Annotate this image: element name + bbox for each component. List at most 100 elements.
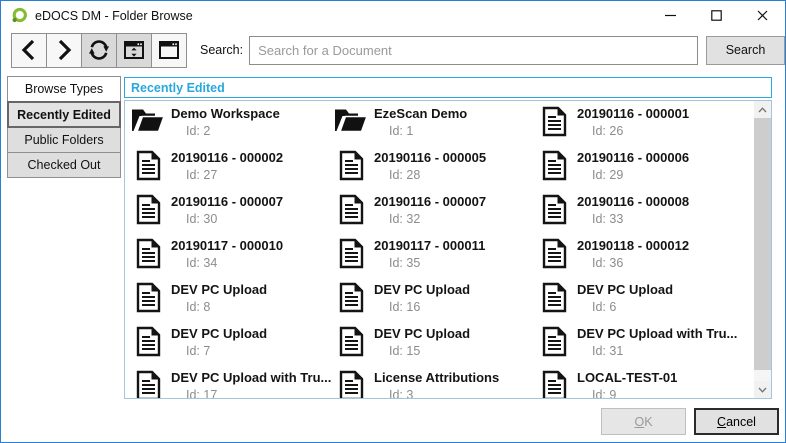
document-icon: [542, 194, 567, 225]
sidebar-item-browse-types[interactable]: Browse Types: [7, 76, 121, 102]
back-button[interactable]: [11, 33, 47, 68]
list-item[interactable]: 20190117 - 000011 Id: 35: [333, 236, 536, 280]
item-id: Id: 32: [389, 211, 486, 228]
toolbar: Search: Search: [1, 31, 785, 69]
list-item[interactable]: 20190116 - 000002 Id: 27: [130, 148, 333, 192]
item-id: Id: 3: [389, 387, 499, 399]
document-icon: [542, 150, 567, 181]
cancel-button[interactable]: Cancel: [694, 408, 779, 435]
list-item[interactable]: 20190118 - 000012 Id: 36: [536, 236, 739, 280]
item-id: Id: 33: [592, 211, 689, 228]
item-name: 20190116 - 000006: [577, 148, 689, 167]
list-item[interactable]: 20190116 - 000005 Id: 28: [333, 148, 536, 192]
item-name: 20190116 - 000005: [374, 148, 486, 167]
list-item[interactable]: LOCAL-TEST-01 Id: 9: [536, 368, 739, 399]
item-id: Id: 1: [389, 123, 467, 140]
window-icon: [157, 38, 181, 62]
maximize-icon: [711, 10, 722, 21]
folder-icon: [131, 106, 165, 133]
document-list: Demo Workspace Id: 2 EzeScan Demo Id: 1: [124, 100, 772, 399]
ok-button[interactable]: OK: [601, 408, 686, 435]
vertical-scrollbar[interactable]: [754, 101, 771, 398]
list-item[interactable]: 20190116 - 000008 Id: 33: [536, 192, 739, 236]
list-header: Recently Edited: [124, 77, 772, 98]
item-name: 20190117 - 000011: [374, 236, 485, 255]
chevron-left-icon: [18, 38, 40, 62]
list-item[interactable]: 20190116 - 000001 Id: 26: [536, 104, 739, 148]
item-id: Id: 16: [389, 299, 470, 316]
item-id: Id: 7: [186, 343, 267, 360]
item-name: LOCAL-TEST-01: [577, 368, 677, 387]
minimize-button[interactable]: [647, 1, 693, 30]
sidebar-item-recently-edited[interactable]: Recently Edited: [7, 101, 121, 128]
scrollbar-thumb[interactable]: [754, 118, 771, 370]
list-item[interactable]: DEV PC Upload Id: 16: [333, 280, 536, 324]
search-input[interactable]: [249, 36, 698, 65]
item-id: Id: 28: [389, 167, 486, 184]
list-item[interactable]: EzeScan Demo Id: 1: [333, 104, 536, 148]
document-icon: [339, 238, 364, 269]
list-item[interactable]: License Attributions Id: 3: [333, 368, 536, 399]
window-split-icon: [122, 38, 146, 62]
document-icon: [542, 106, 567, 137]
sidebar-item-public-folders[interactable]: Public Folders: [7, 127, 121, 153]
search-button[interactable]: Search: [706, 36, 785, 65]
chevron-up-icon: [758, 107, 767, 113]
list-item[interactable]: 20190116 - 000007 Id: 32: [333, 192, 536, 236]
list-item[interactable]: DEV PC Upload Id: 8: [130, 280, 333, 324]
item-name: DEV PC Upload with Tru...: [577, 324, 737, 343]
list-item[interactable]: DEV PC Upload with Tru... Id: 31: [536, 324, 739, 368]
item-id: Id: 36: [592, 255, 689, 272]
item-name: DEV PC Upload: [577, 280, 673, 299]
item-id: Id: 26: [592, 123, 689, 140]
list-item[interactable]: Demo Workspace Id: 2: [130, 104, 333, 148]
item-id: Id: 2: [186, 123, 280, 140]
item-id: Id: 9: [592, 387, 677, 399]
window-view-button[interactable]: [151, 33, 187, 68]
item-name: 20190116 - 000002: [171, 148, 283, 167]
maximize-button[interactable]: [693, 1, 739, 30]
item-id: Id: 15: [389, 343, 470, 360]
item-name: 20190116 - 000007: [171, 192, 283, 211]
item-name: 20190116 - 000001: [577, 104, 689, 123]
document-icon: [136, 150, 161, 181]
document-icon: [542, 282, 567, 313]
sidebar-item-checked-out[interactable]: Checked Out: [7, 152, 121, 178]
minimize-icon: [665, 10, 676, 21]
document-icon: [542, 370, 567, 399]
item-name: DEV PC Upload: [171, 324, 267, 343]
item-name: License Attributions: [374, 368, 499, 387]
item-id: Id: 8: [186, 299, 267, 316]
document-icon: [339, 194, 364, 225]
item-name: 20190116 - 000008: [577, 192, 689, 211]
document-icon: [339, 326, 364, 357]
item-id: Id: 34: [186, 255, 283, 272]
window-title: eDOCS DM - Folder Browse: [35, 9, 193, 23]
document-icon: [136, 238, 161, 269]
title-bar: eDOCS DM - Folder Browse: [1, 1, 785, 30]
list-item[interactable]: 20190116 - 000006 Id: 29: [536, 148, 739, 192]
scroll-down-button[interactable]: [754, 381, 771, 398]
list-item[interactable]: DEV PC Upload Id: 15: [333, 324, 536, 368]
list-item[interactable]: DEV PC Upload Id: 6: [536, 280, 739, 324]
list-item[interactable]: 20190117 - 000010 Id: 34: [130, 236, 333, 280]
list-item[interactable]: DEV PC Upload Id: 7: [130, 324, 333, 368]
item-id: Id: 30: [186, 211, 283, 228]
sidebar: Browse Types Recently Edited Public Fold…: [7, 76, 121, 178]
forward-button[interactable]: [46, 33, 82, 68]
item-name: EzeScan Demo: [374, 104, 467, 123]
document-icon: [339, 282, 364, 313]
list-item[interactable]: DEV PC Upload with Tru... Id: 17: [130, 368, 333, 399]
document-icon: [542, 326, 567, 357]
document-icon: [136, 282, 161, 313]
list-item[interactable]: 20190116 - 000007 Id: 30: [130, 192, 333, 236]
document-icon: [339, 150, 364, 181]
app-logo-icon: [11, 7, 28, 24]
close-icon: [757, 10, 768, 21]
pane-view-button[interactable]: [116, 33, 152, 68]
search-label: Search:: [200, 43, 243, 57]
close-button[interactable]: [739, 1, 785, 30]
refresh-button[interactable]: [81, 33, 117, 68]
refresh-icon: [87, 38, 111, 62]
scroll-up-button[interactable]: [754, 101, 771, 118]
